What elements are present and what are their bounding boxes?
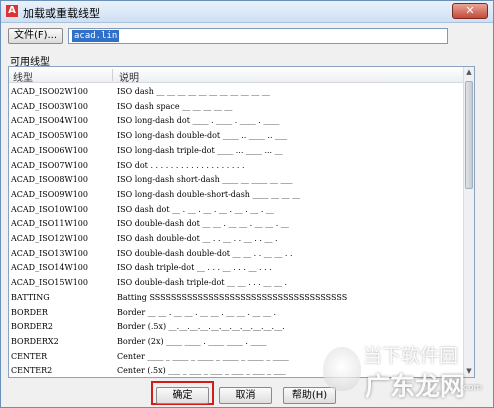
linetype-row[interactable]: ACAD_ISO05W100 ISO long-dash double-dot _…: [9, 128, 464, 143]
vertical-scrollbar[interactable]: ▲ ▼: [463, 67, 474, 377]
linetype-row[interactable]: ACAD_ISO13W100 ISO double-dash double-dot…: [9, 246, 464, 261]
linetype-description: ISO long-dash double-short-dash ____ __ …: [117, 189, 301, 199]
linetype-description: Center ____ _ ____ _ ____ _ ____ _ ____ …: [117, 351, 289, 361]
linetype-description: Border __ __ . __ __ . __ __ . __ __ . _…: [117, 307, 277, 317]
linetype-description: ISO long-dash dot ____ . ____ . ____ . _…: [117, 116, 280, 126]
dialog-title: 加载或重载线型: [23, 7, 100, 20]
linetype-row[interactable]: ACAD_ISO14W100 ISO dash triple-dot __ . .…: [9, 260, 464, 275]
scroll-up-arrow-icon[interactable]: ▲: [464, 67, 474, 78]
linetype-description: Border (2x) ____ ____ . ____ ____ . ____: [117, 336, 267, 346]
file-button[interactable]: 文件(F)...: [8, 28, 63, 44]
linetype-description: ISO dash __ __ __ __ __ __ __ __ __ __ _…: [117, 87, 270, 96]
linetype-name: ACAD_ISO15W100: [11, 278, 88, 288]
linetype-description: ISO dash double-dot __ . . __ . . __ . .…: [117, 234, 278, 243]
linetype-name: BATTING: [11, 292, 50, 302]
linetype-name: BORDERX2: [11, 336, 59, 346]
linetype-description: Center (.5x) ___ _ ___ _ ___ _ ___ _ ___…: [117, 366, 286, 376]
column-divider[interactable]: [112, 69, 113, 81]
cancel-button[interactable]: 取消: [219, 387, 272, 404]
linetype-row[interactable]: ACAD_ISO06W100 ISO long-dash triple-dot _…: [9, 143, 464, 158]
linetype-description: ISO long-dash double-dot ____ .. ____ ..…: [117, 131, 288, 141]
linetype-name: ACAD_ISO08W100: [11, 175, 88, 185]
linetype-name: CENTER2: [11, 366, 53, 376]
linetype-name: ACAD_ISO03W100: [11, 101, 88, 111]
column-header-linetype[interactable]: 线型: [13, 69, 33, 84]
linetype-name: BORDER2: [11, 322, 53, 332]
linetype-description: ISO dot . . . . . . . . . . . . . . . . …: [117, 160, 245, 170]
autocad-logo-icon: A: [6, 5, 18, 17]
linetype-row[interactable]: ACAD_ISO12W100 ISO dash double-dot __ . .…: [9, 231, 464, 246]
linetype-description: ISO dash space __ __ __ __ __: [117, 101, 233, 111]
linetype-description: ISO dash triple-dot __ . . . __ . . . __…: [117, 263, 272, 273]
watermark-line-2: 广东龙网: [365, 372, 466, 401]
linetype-name: ACAD_ISO09W100: [11, 189, 88, 199]
ok-button[interactable]: 确定: [156, 387, 209, 404]
linetype-description: Border (.5x) __.__.__.__.__.__.__.__.__.…: [117, 322, 285, 332]
linetype-name: ACAD_ISO13W100: [11, 248, 88, 258]
title-bar: A 加载或重载线型 ✕: [1, 1, 493, 23]
linetype-name: ACAD_ISO05W100: [11, 131, 88, 141]
linetype-row[interactable]: ACAD_ISO09W100 ISO long-dash double-short…: [9, 187, 464, 202]
linetype-description: ISO long-dash triple-dot ____ ... ____ .…: [117, 145, 283, 155]
watermark: 当下软件园 广东龙网 com: [323, 339, 491, 403]
file-path-field[interactable]: acad.lin: [68, 28, 448, 44]
linetype-list[interactable]: 线型 说明 ACAD_ISO02W100 ISO dash __ __ __ __…: [8, 66, 475, 378]
linetype-row[interactable]: BORDER2 Border (.5x) __.__.__.__.__.__.__…: [9, 319, 464, 334]
linetype-row[interactable]: BORDER Border __ __ . __ __ . __ __ . __ …: [9, 305, 464, 320]
linetype-description: Batting SSSSSSSSSSSSSSSSSSSSSSSSSSSSSSSS…: [117, 292, 348, 302]
linetype-row[interactable]: ACAD_ISO04W100 ISO long-dash dot ____ . _…: [9, 113, 464, 128]
linetype-name: ACAD_ISO11W100: [11, 219, 88, 229]
linetype-description: ISO double-dash dot __ __ . __ __ . __ _…: [117, 219, 289, 229]
linetype-name: ACAD_ISO07W100: [11, 160, 88, 170]
linetype-description: ISO long-dash short-dash ____ __ ____ __…: [117, 175, 293, 185]
linetype-name: ACAD_ISO10W100: [11, 204, 88, 214]
linetype-row[interactable]: ACAD_ISO03W100 ISO dash space __ __ __ __…: [9, 99, 464, 114]
watermark-line-1: 当下软件园: [363, 345, 459, 367]
linetype-row[interactable]: ACAD_ISO10W100 ISO dash dot __ . __ . __ …: [9, 202, 464, 217]
linetype-row[interactable]: ACAD_ISO02W100 ISO dash __ __ __ __ __ __…: [9, 84, 464, 99]
scroll-thumb[interactable]: [465, 81, 473, 189]
linetype-name: ACAD_ISO06W100: [11, 145, 88, 155]
file-path-value: acad.lin: [72, 30, 120, 42]
list-header: 线型 说明: [9, 67, 464, 84]
linetype-row[interactable]: ACAD_ISO07W100 ISO dot . . . . . . . . . …: [9, 158, 464, 173]
linetype-name: ACAD_ISO12W100: [11, 234, 88, 243]
linetype-row[interactable]: BATTING Batting SSSSSSSSSSSSSSSSSSSSSSSSS…: [9, 290, 464, 305]
linetype-name: ACAD_ISO14W100: [11, 263, 88, 273]
watermark-logo-icon: [323, 347, 361, 391]
linetype-name: CENTER: [11, 351, 48, 361]
linetype-description: ISO double-dash double-dot __ __ . . __ …: [117, 248, 293, 258]
close-button[interactable]: ✕: [452, 3, 488, 19]
linetype-row[interactable]: ACAD_ISO15W100 ISO double-dash triple-dot…: [9, 275, 464, 290]
load-linetype-dialog: A 加载或重载线型 ✕ 文件(F)... acad.lin 可用线型 线型 说明…: [0, 0, 494, 408]
watermark-line-3: com: [463, 383, 483, 393]
linetype-row[interactable]: ACAD_ISO11W100 ISO double-dash dot __ __ …: [9, 216, 464, 231]
linetype-name: ACAD_ISO04W100: [11, 116, 88, 126]
linetype-name: BORDER: [11, 307, 48, 317]
column-header-description[interactable]: 说明: [119, 69, 139, 84]
linetype-name: ACAD_ISO02W100: [11, 87, 88, 96]
linetype-description: ISO double-dash triple-dot __ __ . . . _…: [117, 278, 288, 288]
linetype-description: ISO dash dot __ . __ . __ . __ . __ . __…: [117, 204, 274, 214]
linetype-row[interactable]: ACAD_ISO08W100 ISO long-dash short-dash _…: [9, 172, 464, 187]
